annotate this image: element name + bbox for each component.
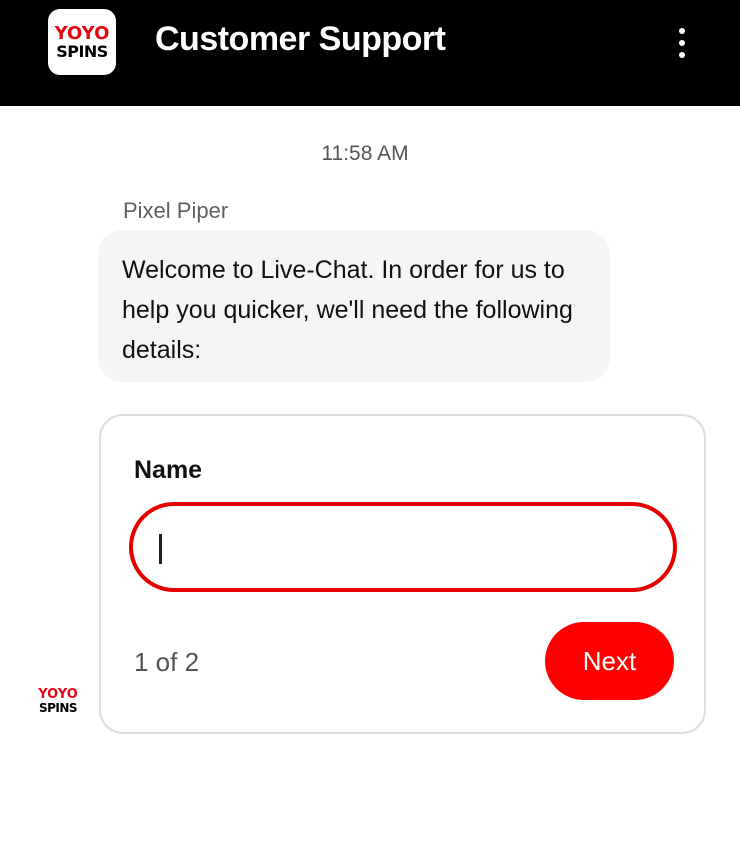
form-step-indicator: 1 of 2	[134, 647, 200, 677]
details-form-card: Name 1 of 2 Next	[99, 414, 706, 734]
agent-avatar: YOYO SPINS	[30, 688, 86, 718]
agent-message-bubble: Welcome to Live-Chat. In order for us to…	[98, 230, 610, 382]
agent-name: Pixel Piper	[123, 198, 229, 223]
next-button[interactable]: Next	[545, 622, 674, 700]
menu-dot	[679, 40, 685, 46]
menu-dot	[679, 52, 685, 58]
logo-wordmark-top: YOYO	[54, 22, 110, 44]
avatar-wordmark-bottom: SPINS	[38, 701, 78, 715]
name-field-label: Name	[134, 456, 203, 484]
brand-logo: YOYO SPINS	[48, 9, 116, 75]
more-vertical-icon[interactable]	[672, 28, 692, 58]
menu-dot	[679, 28, 685, 34]
avatar-wordmark-top: YOYO	[38, 687, 78, 702]
name-input[interactable]	[129, 502, 677, 592]
logo-wordmark-bottom: SPINS	[56, 41, 108, 61]
text-cursor	[159, 534, 162, 564]
page-title: Customer Support	[155, 20, 446, 58]
header-bar: YOYO SPINS Customer Support	[0, 0, 740, 106]
message-timestamp: 11:58 AM	[321, 142, 409, 165]
